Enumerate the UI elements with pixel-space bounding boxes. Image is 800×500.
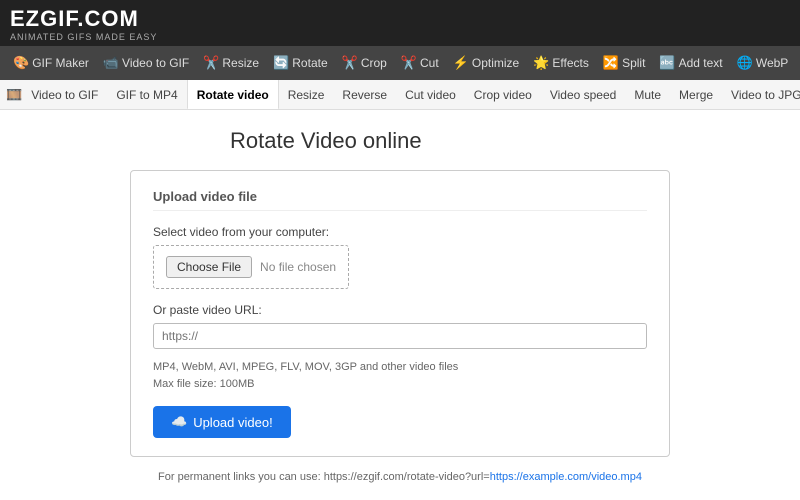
crop-icon: ✂️ bbox=[342, 46, 358, 80]
nav-item-webp[interactable]: 🌐 WebP bbox=[730, 46, 796, 80]
gif-maker-icon: 🎨 bbox=[13, 46, 29, 80]
nav-item-split[interactable]: 🔀 Split bbox=[596, 46, 653, 80]
footer-link[interactable]: https://example.com/video.mp4 bbox=[490, 471, 642, 483]
file-input-area: Choose File No file chosen bbox=[153, 245, 349, 289]
choose-file-button[interactable]: Choose File bbox=[166, 256, 252, 278]
nav-item-optimize[interactable]: ⚡ Optimize bbox=[446, 46, 527, 80]
nav-item-gif-maker[interactable]: 🎨 GIF Maker bbox=[6, 46, 96, 80]
header: EZGIF.COM ANIMATED GIFS MADE EASY bbox=[0, 0, 800, 46]
formats-line2: Max file size: 100MB bbox=[153, 378, 254, 390]
sub-nav-item-reverse[interactable]: Reverse bbox=[333, 80, 396, 110]
url-label: Or paste video URL: bbox=[153, 303, 647, 317]
nav-item-effects[interactable]: 🌟 Effects bbox=[526, 46, 596, 80]
video-to-gif-icon: 📹 bbox=[103, 46, 119, 80]
sub-nav-label: Video speed bbox=[550, 88, 617, 102]
nav-label: Effects bbox=[552, 46, 588, 80]
nav-label: Crop bbox=[361, 46, 387, 80]
formats-line1: MP4, WebM, AVI, MPEG, FLV, MOV, 3GP and … bbox=[153, 361, 458, 373]
footer-note: For permanent links you can use: https:/… bbox=[158, 471, 642, 483]
upload-box: Upload video file Select video from your… bbox=[130, 170, 670, 457]
sub-nav-label: Merge bbox=[679, 88, 713, 102]
sub-nav-item-crop-video[interactable]: Crop video bbox=[465, 80, 541, 110]
nav-label: GIF Maker bbox=[32, 46, 89, 80]
sub-nav-label: Cut video bbox=[405, 88, 456, 102]
rotate-icon: 🔄 bbox=[273, 46, 289, 80]
nav-item-rotate[interactable]: 🔄 Rotate bbox=[266, 46, 335, 80]
nav-item-apng[interactable]: 🅰 APNG bbox=[795, 46, 800, 80]
nav-label: Rotate bbox=[292, 46, 327, 80]
nav-label: Optimize bbox=[472, 46, 519, 80]
upload-icon: ☁️ bbox=[171, 414, 187, 430]
content: Rotate Video online Upload video file Se… bbox=[0, 110, 800, 493]
sub-nav-item-cut-video[interactable]: Cut video bbox=[396, 80, 465, 110]
sub-nav-item-resize[interactable]: Resize bbox=[279, 80, 334, 110]
sub-nav-label: Video to JPG bbox=[731, 88, 800, 102]
sub-nav-label: Reverse bbox=[342, 88, 387, 102]
select-label: Select video from your computer: bbox=[153, 225, 647, 239]
sub-nav-item-mute[interactable]: Mute bbox=[625, 80, 670, 110]
sub-nav-label: Mute bbox=[634, 88, 661, 102]
sub-nav: 🎞️ Video to GIF GIF to MP4 Rotate video … bbox=[0, 80, 800, 110]
nav-item-cut[interactable]: ✂️ Cut bbox=[394, 46, 446, 80]
nav-label: Resize bbox=[222, 46, 259, 80]
sub-nav-label: GIF to MP4 bbox=[116, 88, 177, 102]
sub-nav-item-video-to-jpg[interactable]: Video to JPG bbox=[722, 80, 800, 110]
upload-box-title: Upload video file bbox=[153, 189, 647, 211]
sub-nav-label: Crop video bbox=[474, 88, 532, 102]
sub-nav-label: Rotate video bbox=[197, 88, 269, 102]
sub-nav-label: Resize bbox=[288, 88, 325, 102]
nav-item-resize[interactable]: ✂️ Resize bbox=[196, 46, 266, 80]
split-icon: 🔀 bbox=[603, 46, 619, 80]
nav-item-video-to-gif[interactable]: 📹 Video to GIF bbox=[96, 46, 196, 80]
nav-label: Cut bbox=[420, 46, 439, 80]
formats-text: MP4, WebM, AVI, MPEG, FLV, MOV, 3GP and … bbox=[153, 359, 647, 392]
file-chosen-text: No file chosen bbox=[260, 260, 336, 274]
sub-nav-item-rotate-video[interactable]: Rotate video bbox=[187, 80, 279, 110]
optimize-icon: ⚡ bbox=[453, 46, 469, 80]
sub-nav-item-merge[interactable]: Merge bbox=[670, 80, 722, 110]
sub-nav-item-video-speed[interactable]: Video speed bbox=[541, 80, 626, 110]
page-title: Rotate Video online bbox=[230, 128, 422, 154]
cut-icon: ✂️ bbox=[401, 46, 417, 80]
logo-subtitle: ANIMATED GIFS MADE EASY bbox=[10, 32, 790, 42]
effects-icon: 🌟 bbox=[533, 46, 549, 80]
upload-button[interactable]: ☁️ Upload video! bbox=[153, 406, 291, 438]
main-nav: 🎨 GIF Maker 📹 Video to GIF ✂️ Resize 🔄 R… bbox=[0, 46, 800, 80]
nav-item-crop[interactable]: ✂️ Crop bbox=[335, 46, 394, 80]
nav-item-add-text[interactable]: 🔤 Add text bbox=[652, 46, 729, 80]
nav-label: Video to GIF bbox=[122, 46, 189, 80]
add-text-icon: 🔤 bbox=[659, 46, 675, 80]
resize-icon: ✂️ bbox=[203, 46, 219, 80]
sub-nav-item-video-to-gif[interactable]: Video to GIF bbox=[22, 80, 107, 110]
sub-nav-item-gif-to-mp4[interactable]: GIF to MP4 bbox=[107, 80, 186, 110]
footer-text: For permanent links you can use: https:/… bbox=[158, 471, 490, 483]
nav-label: WebP bbox=[756, 46, 788, 80]
webp-icon: 🌐 bbox=[737, 46, 753, 80]
url-input[interactable] bbox=[153, 323, 647, 349]
logo[interactable]: EZGIF.COM bbox=[10, 6, 790, 32]
upload-btn-label: Upload video! bbox=[193, 415, 273, 430]
nav-label: Split bbox=[622, 46, 645, 80]
nav-label: Add text bbox=[679, 46, 723, 80]
video-icon: 🎞️ bbox=[6, 87, 22, 103]
logo-text: EZGIF.COM bbox=[10, 6, 139, 31]
sub-nav-label: Video to GIF bbox=[31, 88, 98, 102]
